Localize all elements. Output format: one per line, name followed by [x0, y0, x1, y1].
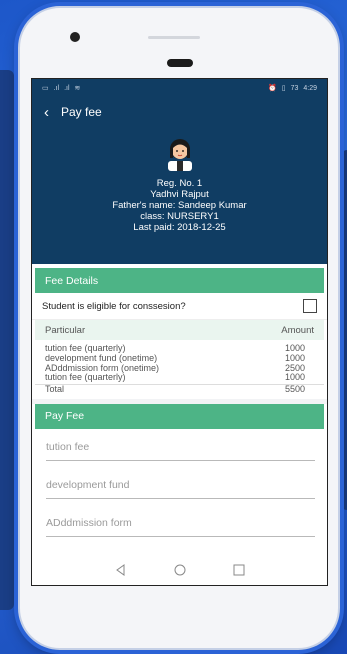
battery-indicator: 73	[290, 84, 299, 92]
signal-icon: .ıl	[64, 84, 70, 92]
fee-table-header: Particular Amount	[35, 320, 324, 340]
concession-row: Student is eligible for conssesion?	[32, 293, 327, 320]
reg-no: Reg. No. 1	[156, 178, 203, 189]
father-name: Father's name: Sandeep Kumar	[112, 200, 247, 211]
background-panel-left	[0, 70, 14, 610]
nav-back-icon[interactable]	[114, 563, 128, 577]
student-profile: Reg. No. 1 Yadhvi Rajput Father's name: …	[32, 127, 327, 264]
wifi-icon: ≋	[74, 85, 81, 92]
student-name: Yadhvi Rajput	[150, 189, 209, 200]
development-fund-input[interactable]: development fund	[46, 479, 315, 499]
alarm-icon: ⏰	[268, 85, 277, 92]
student-class: class: NURSERY1	[140, 211, 219, 222]
fee-details-header: Fee Details	[35, 268, 324, 293]
status-left: ▭ .ıl .ıl ≋	[42, 84, 81, 93]
phone-frame: ▭ .ıl .ıl ≋ ⏰ ▯ 73 4:29 ‹ Pay fee Reg. N…	[18, 6, 340, 650]
page-title: Pay fee	[61, 105, 102, 119]
nav-home-icon[interactable]	[173, 563, 187, 577]
signal-icon: .ıl	[53, 84, 60, 92]
student-avatar-icon	[167, 139, 192, 171]
concession-checkbox[interactable]	[303, 299, 317, 313]
app-screen: ▭ .ıl .ıl ≋ ⏰ ▯ 73 4:29 ‹ Pay fee Reg. N…	[31, 78, 328, 586]
fee-total-row: Total 5500	[35, 384, 324, 395]
concession-label: Student is eligible for conssesion?	[42, 300, 186, 312]
fee-particular: tution fee (quarterly)	[45, 372, 126, 383]
tution-fee-input[interactable]: tution fee	[46, 441, 315, 461]
nav-recent-icon[interactable]	[232, 563, 246, 577]
earpiece	[167, 59, 193, 67]
background-panel-right	[341, 150, 347, 510]
last-paid: Last paid: 2018-12-25	[133, 222, 226, 233]
pay-fee-header: Pay Fee	[35, 403, 324, 429]
status-right: ⏰ ▯ 73 4:29	[268, 84, 317, 93]
total-value: 5500	[284, 384, 306, 395]
speaker-grille	[148, 36, 200, 39]
vibrate-icon: ▯	[281, 85, 286, 92]
total-label: Total	[45, 384, 65, 395]
image-icon: ▭	[42, 85, 49, 92]
android-nav-bar	[32, 555, 327, 585]
back-arrow-icon[interactable]: ‹	[44, 105, 49, 120]
fee-table-row: tution fee (quarterly) 1000	[35, 373, 324, 383]
fee-amount: 1000	[284, 372, 306, 383]
app-bar: ‹ Pay fee	[32, 97, 327, 127]
status-time: 4:29	[303, 84, 317, 92]
front-camera	[70, 32, 80, 42]
col-amount: Amount	[281, 324, 314, 336]
admission-form-input[interactable]: ADddmission form	[46, 517, 315, 537]
status-bar: ▭ .ıl .ıl ≋ ⏰ ▯ 73 4:29	[32, 79, 327, 97]
col-particular: Particular	[45, 324, 86, 336]
